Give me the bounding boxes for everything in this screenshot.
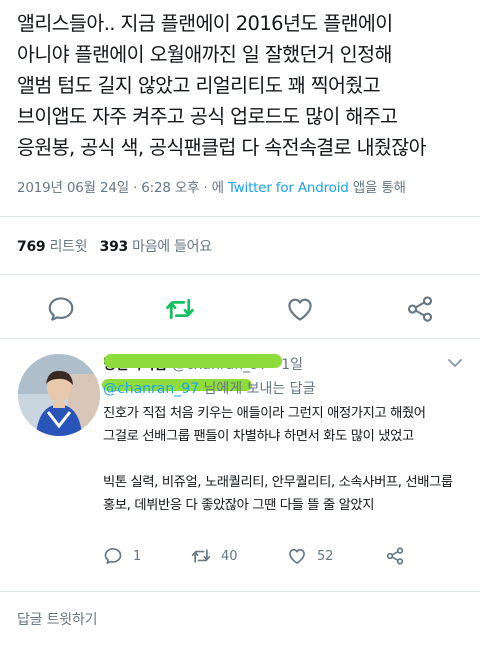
retweet-icon: [166, 298, 194, 320]
avatar[interactable]: [18, 354, 100, 436]
tweet-line: 브이앱도 자주 켜주고 공식 업로드도 많이 해주고: [17, 105, 398, 128]
client-link[interactable]: Twitter for Android: [228, 180, 349, 196]
like-label[interactable]: 마음에 들어요: [128, 239, 212, 255]
like-button[interactable]: [285, 294, 315, 324]
retweet-count[interactable]: 769: [17, 239, 46, 255]
tweet-line: 아니야 플랜에이 오월애까진 일 잘했던거 인정해: [17, 43, 392, 66]
reply-share-button[interactable]: [385, 546, 405, 566]
share-icon: [407, 296, 433, 322]
divider: [0, 274, 480, 275]
reply-icon: [48, 297, 74, 321]
retweet-button[interactable]: [165, 294, 195, 324]
heart-icon: [289, 548, 305, 564]
reply-like-count: 52: [317, 548, 334, 564]
reply-line: 진호가 직접 처음 키우는 애들이라 그런지 애정가지고 해줬어: [103, 406, 426, 421]
reply-line: 그걸로 선배그룹 팬들이 차별하냐 하면서 화도 많이 냈었고: [103, 429, 414, 444]
reply-action-bar: 1 40 52: [103, 546, 463, 570]
avatar-photo: [18, 354, 100, 436]
tweet-text: 앨리스들아.. 지금 플랜에이 2016년도 플랜에이 아니야 플랜에이 오월애…: [17, 8, 467, 163]
reply-reply-button[interactable]: 1: [103, 546, 141, 566]
tweet-stats: 769 리트윗 393 마음에 들어요: [17, 236, 212, 256]
via-suffix: 앱을 통해: [348, 180, 406, 196]
divider: [0, 591, 480, 592]
reply-icon: [104, 548, 122, 564]
tweet-timestamp[interactable]: 2019년 06월 24일 · 6:28 오후 ·: [17, 180, 212, 196]
share-button[interactable]: [405, 294, 435, 324]
reply-text: 진호가 직접 처음 키우는 애들이라 그런지 애정가지고 해줬어 그걸로 선배그…: [103, 402, 471, 517]
chevron-down-icon[interactable]: [448, 358, 462, 368]
tweet-action-bar: [0, 290, 480, 330]
tweet-metadata: 2019년 06월 24일 · 6:28 오후 · 에 Twitter for …: [17, 176, 406, 196]
retweet-icon: [191, 549, 211, 563]
divider: [0, 216, 480, 217]
reply-retweet-button[interactable]: 40: [191, 546, 238, 566]
reply-retweet-count: 40: [221, 548, 238, 564]
via-prefix: 에: [211, 180, 228, 196]
reply-reply-count: 1: [133, 548, 142, 564]
reply-button[interactable]: [46, 294, 76, 324]
tweet-line: 응원봉, 공식 색, 공식팬클럽 다 속전속결로 내줬잖아: [17, 136, 427, 159]
reply-line: 홍보, 데뷔반응 다 좋았잖아 그땐 다들 뜰 줄 알았지: [103, 498, 375, 513]
replying-to-label: 님에게 보내는 답글: [203, 381, 316, 397]
replying-to-handle[interactable]: @chanran_97: [103, 381, 199, 397]
replying-to: @chanran_97 님에게 보내는 답글: [103, 378, 315, 398]
retweet-label[interactable]: 리트윗: [45, 239, 99, 255]
reply-like-button[interactable]: 52: [287, 546, 334, 566]
reply-compose-field[interactable]: 답글 트윗하기: [17, 609, 98, 629]
heart-icon: [288, 298, 312, 321]
reply-blank-line: [103, 448, 471, 471]
redaction-highlight: [104, 354, 282, 368]
like-count[interactable]: 393: [100, 239, 129, 255]
reply-line: 빅톤 실력, 비쥬얼, 노래퀄리티, 안무퀄리티, 소속사버프, 선배그룹: [103, 475, 453, 490]
divider: [0, 338, 480, 339]
tweet-line: 앨범 텀도 길지 않았고 리얼리티도 꽤 찍어줬고: [17, 74, 381, 97]
share-icon: [386, 547, 404, 565]
tweet-line: 앨리스들아.. 지금 플랜에이 2016년도 플랜에이: [17, 12, 393, 35]
